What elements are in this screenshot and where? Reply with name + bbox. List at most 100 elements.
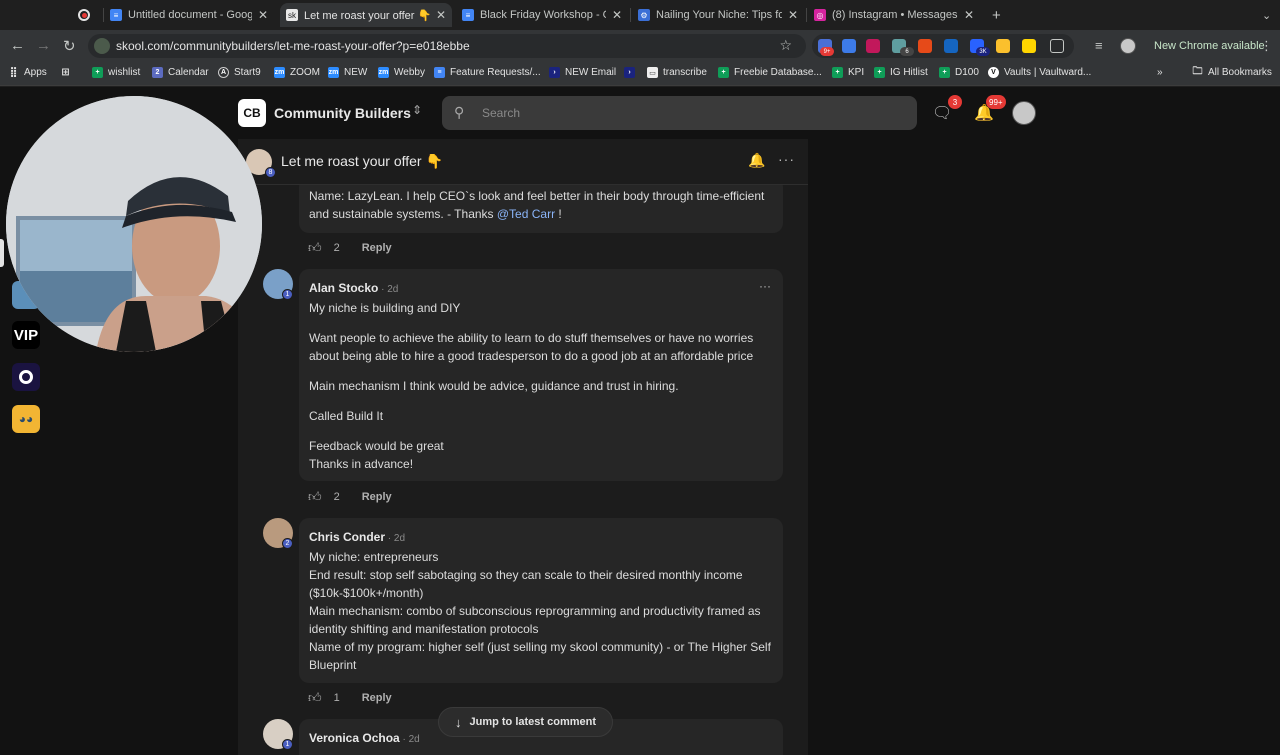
- bookmark-apps[interactable]: ⣿ Apps: [8, 67, 47, 78]
- cat-community-icon[interactable]: ◕◕: [12, 405, 40, 433]
- bookmark-label: wishlist: [108, 67, 141, 78]
- commenter-name[interactable]: Chris Conder: [309, 530, 385, 544]
- reply-button[interactable]: Reply: [362, 692, 392, 704]
- like-thumb-icon[interactable]: 👍︎: [308, 489, 322, 505]
- comment-text: End result: stop self sabotaging so they…: [309, 568, 743, 600]
- close-icon[interactable]: ✕: [436, 8, 446, 22]
- address-bar[interactable]: skool.com/communitybuilders/let-me-roast…: [88, 34, 806, 58]
- new-chrome-available-button[interactable]: New Chrome available: [1146, 35, 1273, 57]
- extension-badge: 9+: [820, 47, 834, 56]
- user-avatar[interactable]: [1012, 101, 1036, 125]
- arrow-down-icon: ↓: [455, 714, 462, 730]
- zoom-icon: zm: [328, 67, 339, 78]
- tab-nailing-niche[interactable]: ⚙ Nailing Your Niche: Tips for Coaches ✕: [632, 3, 804, 27]
- like-count: 1: [333, 692, 340, 704]
- bookmark-webby[interactable]: zm Webby: [378, 67, 425, 78]
- level-badge: 2: [282, 538, 293, 549]
- bookmark-new-email[interactable]: › NEW Email: [549, 67, 616, 78]
- like-thumb-icon[interactable]: 👍︎: [308, 240, 322, 256]
- commenter-name[interactable]: Alan Stocko: [309, 281, 378, 295]
- community-header: CB Community Builders ⇕ ⚲ Search 🗨 3 🔔 9…: [238, 87, 1038, 139]
- jump-to-latest-button[interactable]: ↓ Jump to latest comment: [438, 707, 614, 737]
- tab-title: Let me roast your offer 👇 · Community Bu…: [304, 9, 430, 22]
- bookmark-wishlist[interactable]: + wishlist: [92, 67, 140, 78]
- zoom-icon: zm: [274, 67, 285, 78]
- jump-label: Jump to latest comment: [469, 716, 597, 728]
- tab-black-friday[interactable]: ≡ Black Friday Workshop - Google Docs ✕: [456, 3, 628, 27]
- chat-badge: 3: [948, 95, 962, 109]
- bookmark-label: Webby: [394, 67, 425, 78]
- tab-let-me-roast[interactable]: sk Let me roast your offer 👇 · Community…: [280, 3, 452, 27]
- bookmark-zoom[interactable]: zm ZOOM: [274, 67, 320, 78]
- tab-recording[interactable]: [72, 3, 100, 27]
- tab-instagram[interactable]: ◎ (8) Instagram • Messages ✕: [808, 3, 980, 27]
- tab-strip: ≡ Untitled document - Google Docs ✕ sk L…: [0, 0, 1280, 30]
- comment-card: Name: LazyLean. I help CEO`s look and fe…: [299, 177, 783, 233]
- bookmark-vaults[interactable]: V Vaults | Vaultward...: [988, 67, 1091, 78]
- level-badge: 8: [265, 167, 276, 178]
- bookmark-star-icon[interactable]: ☆: [779, 37, 792, 54]
- settings-icon: ⚙: [638, 9, 650, 21]
- reply-button[interactable]: Reply: [362, 242, 392, 254]
- close-icon[interactable]: ✕: [788, 8, 798, 22]
- switcher-chevrons-icon[interactable]: ⇕: [412, 103, 422, 117]
- search-input[interactable]: ⚲ Search: [442, 96, 917, 130]
- reply-button[interactable]: Reply: [362, 491, 392, 503]
- presenter-video-image: [6, 96, 262, 352]
- comment-text: Want people to achieve the ability to le…: [309, 331, 754, 363]
- bookmark-transcribe[interactable]: ▭ transcribe: [647, 67, 707, 78]
- all-bookmarks[interactable]: 🗀 All Bookmarks: [1192, 66, 1272, 78]
- tab-title: (8) Instagram • Messages: [832, 9, 958, 21]
- bookmark-new[interactable]: zm NEW: [328, 67, 367, 78]
- url-text[interactable]: skool.com/communitybuilders/let-me-roast…: [116, 39, 470, 53]
- bookmark-grid[interactable]: ⊞: [60, 67, 76, 78]
- kebab-menu-icon[interactable]: ⋮: [1260, 38, 1273, 54]
- reading-list-icon[interactable]: ≡: [1095, 38, 1103, 53]
- comment-actions: 👍︎ 2 Reply: [308, 489, 392, 505]
- bookmark-d100[interactable]: + D100: [939, 67, 979, 78]
- profile-avatar[interactable]: [1120, 38, 1136, 54]
- extension-icon[interactable]: [944, 39, 958, 53]
- bookmark-kpi[interactable]: + KPI: [832, 67, 864, 78]
- community-icon[interactable]: [12, 363, 40, 391]
- extension-icon[interactable]: [996, 39, 1010, 53]
- post-title: Let me roast your offer 👇: [281, 153, 443, 169]
- bookmark-feature-requests[interactable]: ≡ Feature Requests/...: [434, 67, 541, 78]
- like-thumb-icon[interactable]: 👍︎: [308, 690, 322, 706]
- bookmark-arrow[interactable]: ›: [624, 67, 640, 78]
- bookmark-calendar[interactable]: 2 Calendar: [152, 67, 209, 78]
- reload-icon[interactable]: ↻: [63, 37, 76, 55]
- more-options-icon[interactable]: ···: [778, 151, 795, 167]
- bookmark-start9[interactable]: A Start9: [218, 67, 261, 78]
- bookmarks-overflow[interactable]: »: [1157, 67, 1163, 78]
- comment-card: ··· Alan Stocko · 2d My niche is buildin…: [299, 269, 783, 481]
- close-icon[interactable]: ✕: [612, 8, 622, 22]
- forward-arrow-icon[interactable]: →: [36, 37, 51, 54]
- extension-icon[interactable]: [842, 39, 856, 53]
- comment-time: · 2d: [399, 734, 420, 745]
- close-icon[interactable]: ✕: [964, 8, 974, 22]
- site-info-icon[interactable]: [94, 38, 110, 54]
- extension-icon[interactable]: [1022, 39, 1036, 53]
- extension-icon[interactable]: [866, 39, 880, 53]
- close-icon[interactable]: ✕: [258, 8, 268, 22]
- post-header: 8 Let me roast your offer 👇 🔔 ···: [238, 139, 808, 185]
- new-tab-button[interactable]: +: [986, 3, 1006, 27]
- community-logo[interactable]: CB: [238, 99, 266, 127]
- tab-untitled-document[interactable]: ≡ Untitled document - Google Docs ✕: [104, 3, 274, 27]
- community-vip[interactable]: VIP: [12, 321, 40, 349]
- follow-bell-icon[interactable]: 🔔: [748, 152, 765, 169]
- commenter-name[interactable]: Veronica Ochoa: [309, 731, 400, 745]
- comment-actions: 👍︎ 2 Reply: [308, 240, 392, 256]
- puzzle-icon[interactable]: [1050, 39, 1064, 53]
- bookmark-label: NEW: [344, 67, 368, 78]
- tab-search-button[interactable]: ⌄: [1256, 3, 1276, 27]
- more-options-icon[interactable]: ···: [759, 279, 771, 293]
- bookmark-freebie-database[interactable]: + Freebie Database...: [718, 67, 822, 78]
- community-name[interactable]: Community Builders: [274, 105, 411, 121]
- back-arrow-icon[interactable]: ←: [10, 37, 25, 54]
- bookmark-label: NEW Email: [565, 67, 617, 78]
- mention-link[interactable]: @Ted Carr: [497, 207, 555, 221]
- extension-icon[interactable]: [918, 39, 932, 53]
- bookmark-ig-hitlist[interactable]: + IG Hitlist: [874, 67, 928, 78]
